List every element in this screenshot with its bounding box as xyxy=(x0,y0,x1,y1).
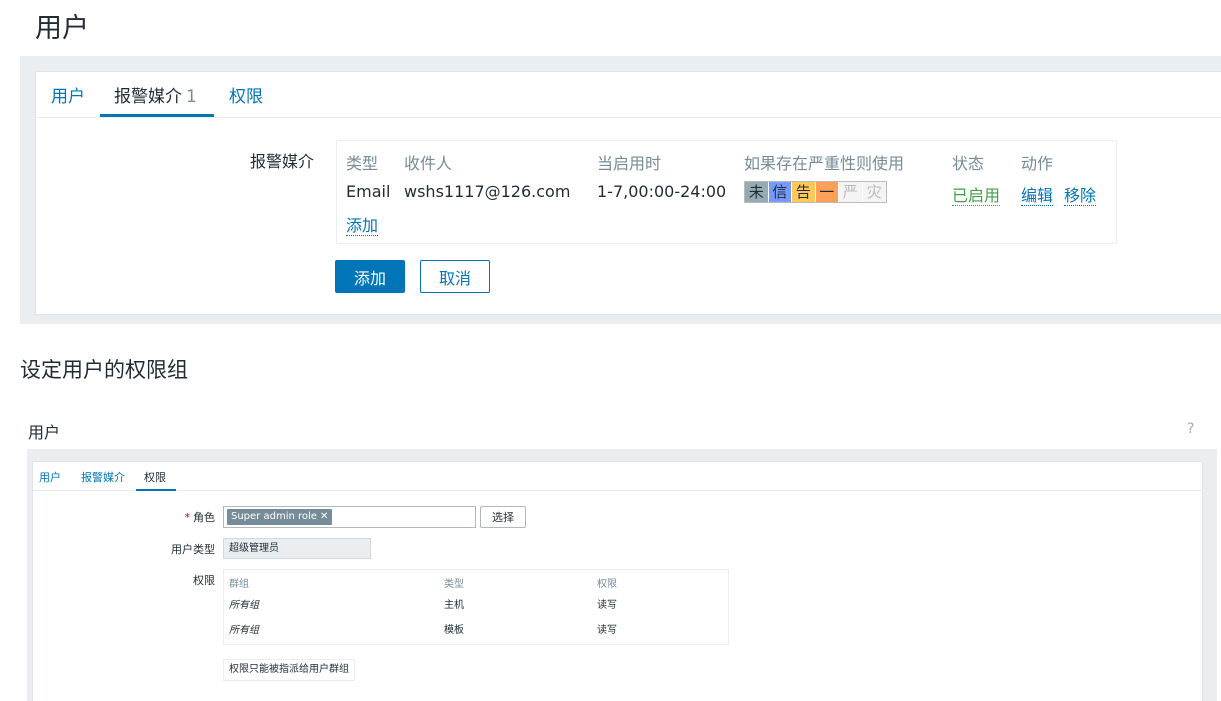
user-form-panel: 用户 报警媒介 1 权限 报警媒介 类型 收件人 当启用时 如果存在严重性则使用 … xyxy=(20,56,1221,324)
severity-information: 信 xyxy=(768,182,792,202)
tab-bar-small: 用户 报警媒介 权限 xyxy=(33,462,1202,491)
role-label: * 角色 xyxy=(184,511,216,524)
severity-not-classified: 未 xyxy=(745,182,769,202)
col-header-group: 群组 xyxy=(229,579,249,590)
tab-media[interactable]: 报警媒介 1 xyxy=(100,82,214,117)
cancel-button[interactable]: 取消 xyxy=(420,260,490,293)
media-table: 类型 收件人 当启用时 如果存在严重性则使用 状态 动作 Email wshs1… xyxy=(336,140,1117,244)
help-icon[interactable]: ? xyxy=(1187,421,1194,437)
col-header-type: 类型 xyxy=(346,154,379,173)
section-heading: 设定用户的权限组 xyxy=(20,358,188,382)
col-header-type: 类型 xyxy=(444,579,464,590)
perm-row-1-type: 主机 xyxy=(444,600,464,611)
severity-indicator: 未 信 告 一 严 灾 xyxy=(744,181,887,203)
add-media-link[interactable]: 添加 xyxy=(346,216,379,236)
media-type-cell: Email xyxy=(346,182,391,201)
tab-user[interactable]: 用户 xyxy=(51,82,85,117)
close-icon[interactable]: ✕ xyxy=(320,511,328,522)
media-field-label: 报警媒介 xyxy=(250,152,315,171)
media-recipient-cell: wshs1117@126.com xyxy=(404,182,571,201)
perm-row-2-permission: 读写 xyxy=(597,625,617,636)
col-header-recipient: 收件人 xyxy=(404,154,453,173)
page-title: 用户 xyxy=(35,13,89,44)
col-header-action: 动作 xyxy=(1021,154,1054,173)
perm-row-1-group: 所有组 xyxy=(229,600,259,611)
perm-row-2-group: 所有组 xyxy=(229,625,259,636)
required-mark: * xyxy=(184,511,191,524)
col-header-status: 状态 xyxy=(952,154,985,173)
tab-permissions-small[interactable]: 权限 xyxy=(136,469,176,491)
severity-high: 严 xyxy=(839,182,863,202)
status-enabled-link[interactable]: 已启用 xyxy=(952,186,1001,206)
tab-bar: 用户 报警媒介 1 权限 xyxy=(36,72,1221,118)
role-multiselect-input[interactable]: Super admin role ✕ xyxy=(223,506,476,528)
severity-warning: 告 xyxy=(792,182,816,202)
tab-media-small[interactable]: 报警媒介 xyxy=(81,469,125,491)
col-header-permission: 权限 xyxy=(597,579,617,590)
user-type-field: 超级管理员 xyxy=(223,538,371,559)
role-chip: Super admin role ✕ xyxy=(227,509,333,525)
edit-media-link[interactable]: 编辑 xyxy=(1021,186,1054,206)
severity-disaster: 灾 xyxy=(862,182,886,202)
permissions-label: 权限 xyxy=(193,574,215,587)
severity-average: 一 xyxy=(815,182,839,202)
user-form: 用户 报警媒介 1 权限 报警媒介 类型 收件人 当启用时 如果存在严重性则使用 … xyxy=(35,71,1221,315)
add-button[interactable]: 添加 xyxy=(335,260,405,293)
perm-row-2-type: 模板 xyxy=(444,625,464,636)
user-form-panel-permissions: 用户 报警媒介 权限 * 角色 Super admin role ✕ 选择 用户类型… xyxy=(27,449,1217,701)
page-title-small: 用户 xyxy=(28,423,61,442)
media-when-active-cell: 1-7,00:00-24:00 xyxy=(597,182,727,201)
perm-row-1-permission: 读写 xyxy=(597,600,617,611)
permissions-table: 群组 类型 权限 所有组 主机 读写 所有组 模板 读写 xyxy=(223,569,729,645)
permissions-form: 用户 报警媒介 权限 * 角色 Super admin role ✕ 选择 用户类型… xyxy=(32,461,1203,701)
col-header-when-active: 当启用时 xyxy=(597,154,662,173)
remove-media-link[interactable]: 移除 xyxy=(1064,186,1097,206)
tab-user-small[interactable]: 用户 xyxy=(39,469,61,491)
select-role-button[interactable]: 选择 xyxy=(480,506,526,528)
tab-count-badge: 1 xyxy=(186,87,197,107)
col-header-severity: 如果存在严重性则使用 xyxy=(744,154,905,173)
user-type-label: 用户类型 xyxy=(171,543,215,556)
tab-permissions[interactable]: 权限 xyxy=(229,82,263,117)
permissions-note: 权限只能被指派给用户群组 xyxy=(223,659,355,681)
